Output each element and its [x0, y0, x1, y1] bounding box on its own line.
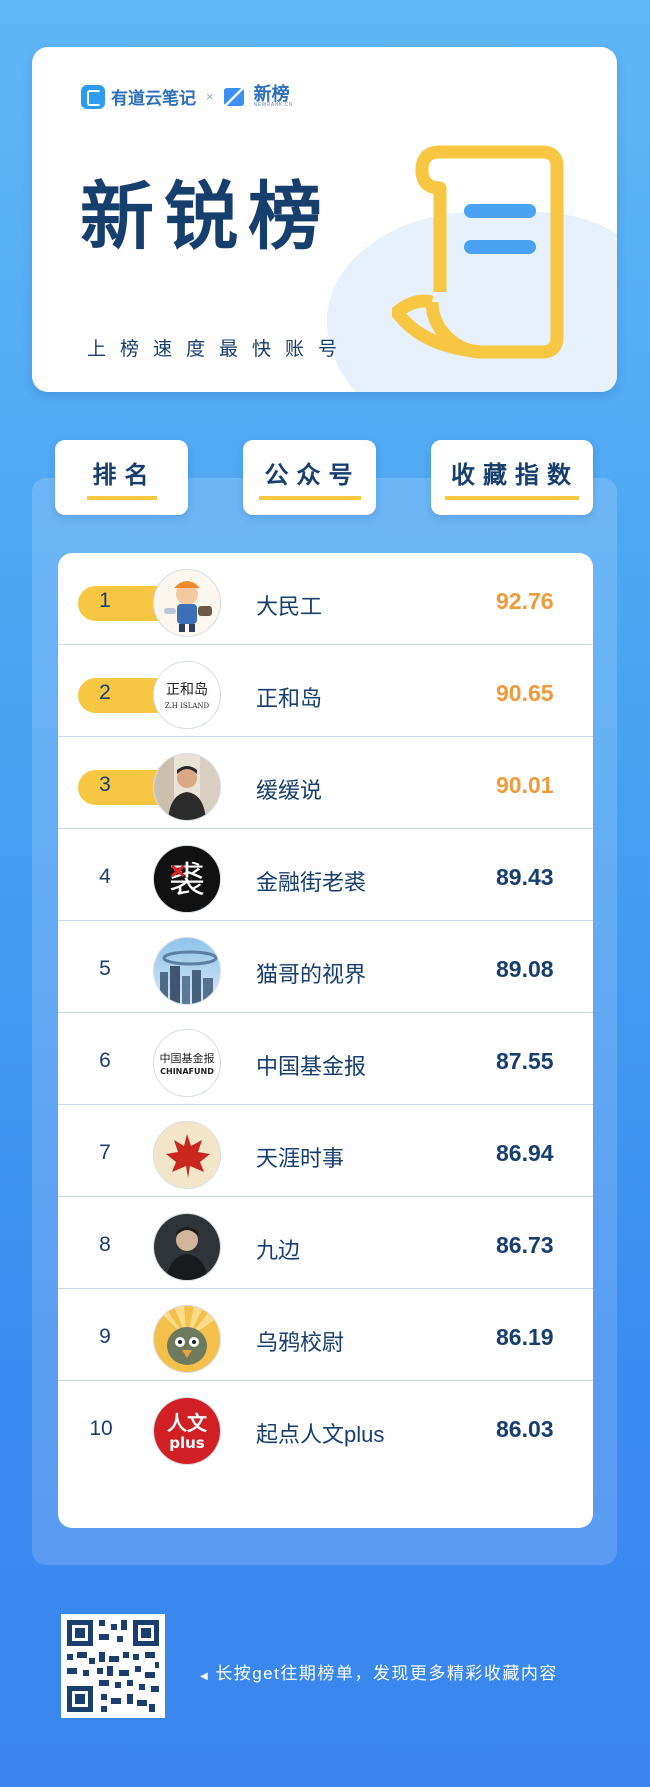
collection-index-score: 87.55	[496, 1048, 554, 1074]
account-name: 天涯时事	[256, 1146, 345, 1171]
header-card: 有道云笔记 × 新榜 NEWRANK.CN 新锐榜 上榜速度最快账号	[32, 47, 617, 392]
chinafund-logo-text: 中国基金报	[160, 1051, 215, 1065]
account-name: 九边	[256, 1238, 301, 1263]
calligraphy-logo-icon: 裘	[154, 846, 220, 912]
xinbang-logo-icon	[223, 85, 248, 109]
qr-code-icon	[61, 1614, 165, 1718]
rank-number: 7	[99, 1141, 111, 1164]
youdao-logo-icon	[81, 84, 105, 109]
chinafund-logo-icon: 中国基金报 CHINAFUND	[154, 1030, 220, 1096]
person-photo-icon	[154, 1214, 220, 1280]
list-item[interactable]: 1 大民工 92.76	[58, 553, 593, 645]
account-name: 正和岛	[256, 686, 323, 711]
account-name: 乌鸦校尉	[256, 1330, 345, 1355]
footer-cta: ◀ 长按get往期榜单，发现更多精彩收藏内容	[200, 1659, 558, 1684]
document-list-icon	[392, 145, 564, 359]
renwen-logo-subtext: plus	[169, 1434, 205, 1452]
list-item[interactable]: 8 九边 86.73	[58, 1197, 593, 1289]
account-avatar[interactable]	[153, 1305, 221, 1373]
page-subtitle: 上榜速度最快账号	[87, 339, 352, 360]
rank-number: 9	[99, 1325, 111, 1348]
collection-index-score: 90.01	[496, 772, 554, 798]
rank-number: 8	[99, 1233, 111, 1256]
column-header-account-label: 公众号	[258, 455, 361, 500]
renwen-plus-logo-icon: 人文 plus	[154, 1398, 220, 1464]
account-avatar[interactable]: 中国基金报 CHINAFUND	[153, 1029, 221, 1097]
column-header-index: 收藏指数	[431, 440, 593, 515]
list-item[interactable]: 9 乌鸦校尉 86.19	[58, 1289, 593, 1381]
collection-index-score: 90.65	[496, 680, 554, 706]
maple-leaf-icon	[154, 1122, 220, 1188]
rank-number: 1	[99, 589, 111, 612]
rank-number: 4	[99, 865, 111, 888]
person-photo-icon	[154, 754, 220, 820]
youdao-brand-name: 有道云笔记	[111, 89, 196, 108]
collection-index-score: 86.94	[496, 1140, 554, 1166]
account-avatar[interactable]	[153, 753, 221, 821]
footer-cta-text: 长按get往期榜单，发现更多精彩收藏内容	[215, 1664, 558, 1683]
cartoon-crow-icon	[154, 1306, 220, 1372]
cityscape-icon	[154, 938, 220, 1004]
collection-index-score: 89.08	[496, 956, 554, 982]
account-name: 缓缓说	[256, 778, 323, 803]
xinbang-brand: 新榜 NEWRANK.CN	[254, 85, 293, 108]
collection-index-score: 92.76	[496, 588, 554, 614]
account-avatar[interactable]	[153, 937, 221, 1005]
account-avatar[interactable]: 裘	[153, 845, 221, 913]
zhenghedao-logo-icon: 正和岛 Z.H ISLAND	[154, 662, 220, 728]
collection-index-score: 86.73	[496, 1232, 554, 1258]
account-name: 中国基金报	[256, 1054, 367, 1079]
list-item[interactable]: 10 人文 plus 起点人文plus 86.03	[58, 1381, 593, 1473]
account-avatar[interactable]	[153, 1213, 221, 1281]
account-avatar[interactable]: 正和岛 Z.H ISLAND	[153, 661, 221, 729]
renwen-logo-text: 人文	[167, 1411, 208, 1435]
rank-number: 3	[99, 773, 111, 796]
account-name: 猫哥的视界	[256, 962, 367, 987]
collection-index-score: 86.19	[496, 1324, 554, 1350]
account-avatar[interactable]	[153, 569, 221, 637]
page-title: 新锐榜	[80, 175, 332, 258]
xinbang-brand-name: 新榜	[253, 84, 290, 104]
brand-row: 有道云笔记 × 新榜 NEWRANK.CN	[81, 84, 293, 109]
collection-index-score: 89.43	[496, 864, 554, 890]
account-avatar[interactable]	[153, 1121, 221, 1189]
xinbang-brand-sub: NEWRANK.CN	[253, 102, 293, 108]
rank-number: 5	[99, 957, 111, 980]
list-item[interactable]: 3 缓缓说 90.01	[58, 737, 593, 829]
account-name: 金融街老裘	[256, 870, 367, 895]
rank-number: 6	[99, 1049, 111, 1072]
rank-number: 2	[99, 681, 111, 704]
column-header-index-label: 收藏指数	[445, 455, 579, 500]
account-avatar[interactable]: 人文 plus	[153, 1397, 221, 1465]
list-item[interactable]: 7 天涯时事 86.94	[58, 1105, 593, 1197]
zhenghedao-logo-text: 正和岛	[166, 682, 208, 698]
list-item[interactable]: 4 裘 金融街老裘 89.43	[58, 829, 593, 921]
cartoon-worker-icon	[154, 570, 220, 636]
account-name: 起点人文plus	[256, 1422, 385, 1447]
collection-index-score: 86.03	[496, 1416, 554, 1442]
brand-separator: ×	[206, 89, 214, 104]
zhenghedao-logo-subtext: Z.H ISLAND	[165, 702, 210, 710]
qr-code[interactable]	[61, 1614, 165, 1718]
ranking-list: 1 大民工 92.76 2 正和岛 Z.H ISLAND 正和岛 90.65 3…	[58, 553, 593, 1528]
triangle-left-icon: ◀	[200, 1671, 210, 1682]
list-item[interactable]: 6 中国基金报 CHINAFUND 中国基金报 87.55	[58, 1013, 593, 1105]
list-item[interactable]: 2 正和岛 Z.H ISLAND 正和岛 90.65	[58, 645, 593, 737]
column-header-rank-label: 排名	[86, 455, 157, 500]
rank-number: 10	[89, 1417, 113, 1440]
account-name: 大民工	[256, 594, 323, 619]
list-item[interactable]: 5 猫哥的视界 89.08	[58, 921, 593, 1013]
column-header-rank: 排名	[55, 440, 188, 515]
chinafund-logo-subtext: CHINAFUND	[160, 1067, 214, 1076]
column-header-account: 公众号	[243, 440, 376, 515]
